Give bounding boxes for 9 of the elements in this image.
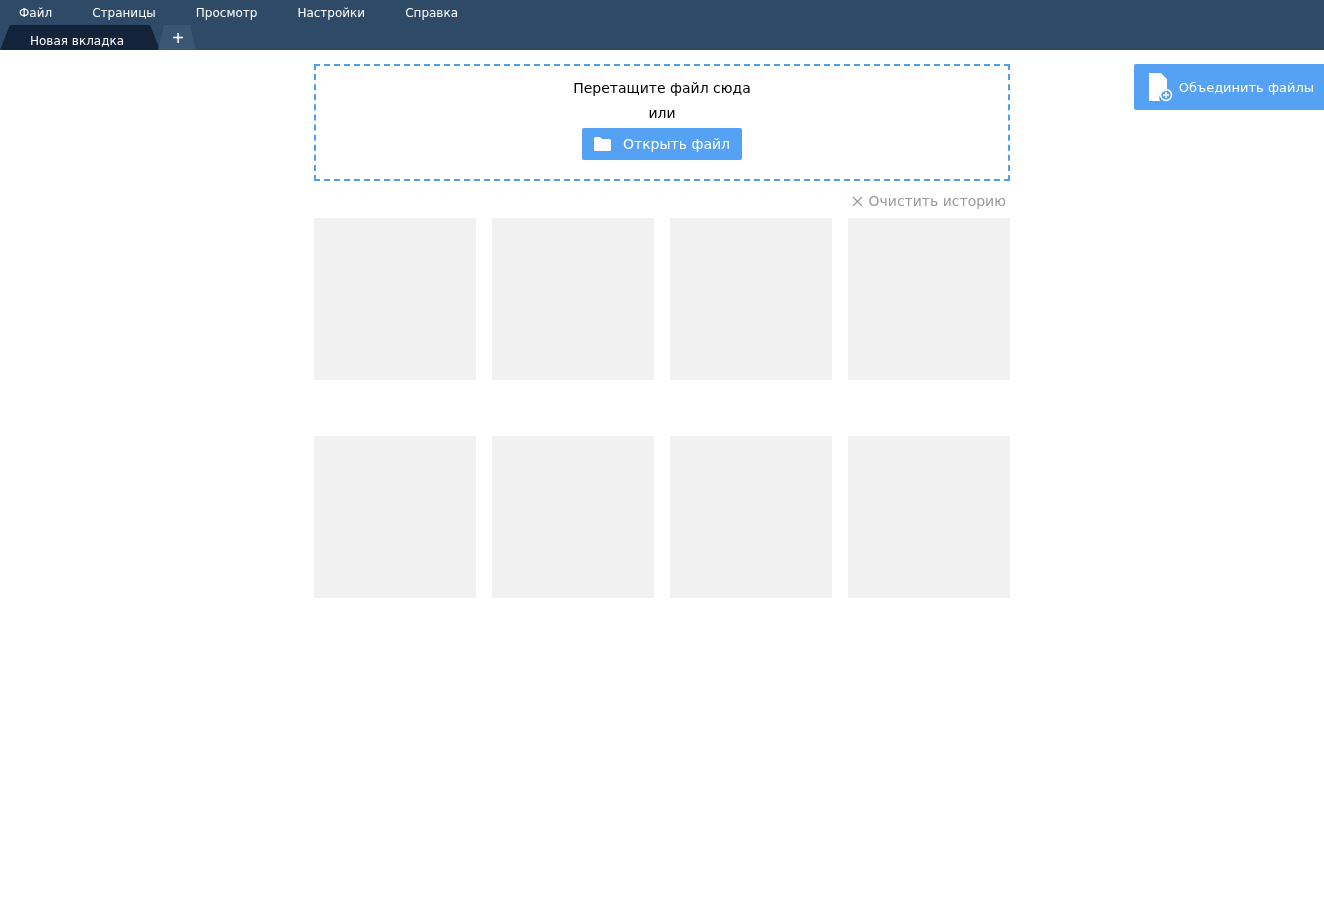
drop-zone[interactable]: Перетащите файл сюда или Открыть файл (314, 64, 1010, 181)
new-tab-button[interactable]: + (158, 25, 198, 50)
menu-item[interactable]: Файл (19, 5, 53, 20)
drop-prompt: Перетащите файл сюда (573, 79, 751, 97)
menu-item[interactable]: Просмотр (195, 5, 258, 20)
menu-item[interactable]: Страницы (92, 5, 156, 20)
menu-item[interactable]: Настройки (297, 5, 366, 20)
or-label: или (648, 104, 676, 122)
menu-item[interactable]: Справка (405, 5, 459, 20)
